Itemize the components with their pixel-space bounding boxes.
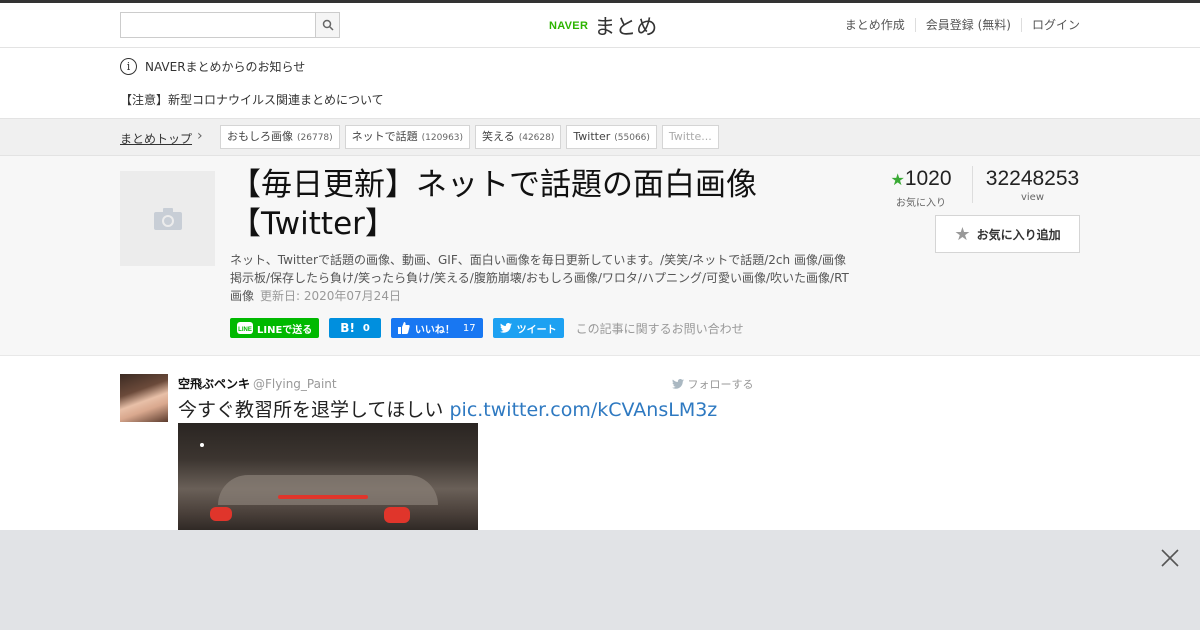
tag-item[interactable]: 笑える (42628)	[475, 125, 562, 149]
tag-item[interactable]: ネットで話題 (120963)	[344, 125, 471, 149]
favorites-count: 1020	[904, 167, 952, 190]
tag-count: (55066)	[614, 133, 650, 143]
article-description: ネット、Twitterで話題の画像、動画、GIF、面白い画像を毎日更新しています…	[230, 251, 850, 305]
twitter-bird-icon	[672, 379, 684, 389]
tweet-label: ツイート	[516, 324, 557, 336]
add-favorite-label: お気に入り追加	[976, 227, 1061, 242]
breadcrumb-top-link[interactable]: まとめトップ	[120, 130, 192, 147]
tag-list: おもしろ画像 (26778) ネットで話題 (120963) 笑える (42628) …	[220, 125, 724, 149]
star-icon: ★	[890, 172, 905, 189]
logo-matome: まとめ	[594, 15, 658, 39]
search-input[interactable]	[121, 13, 315, 37]
logo-naver: NAVER	[549, 20, 589, 32]
search-icon	[322, 19, 334, 31]
add-favorite-button[interactable]: ★ お気に入り追加	[935, 215, 1080, 253]
ad-banner	[0, 530, 1200, 630]
tag-item[interactable]: Twitter (55066)	[566, 125, 657, 149]
article-thumbnail	[120, 171, 215, 266]
facebook-like-count: 17	[462, 322, 476, 334]
view-count: 32248253	[985, 167, 1080, 190]
tag-label: ネットで話題	[351, 130, 418, 143]
logo[interactable]: NAVER まとめ	[549, 12, 657, 40]
tweet-button[interactable]: ツイート	[492, 318, 564, 338]
tag-label: Twitte...	[668, 130, 712, 143]
tail-light-right	[384, 507, 410, 523]
tweet-author[interactable]: 空飛ぶペンキ @Flying_Paint	[178, 375, 337, 392]
view-stat: 32248253 view	[972, 166, 1092, 203]
chevron-right-icon: ›	[197, 128, 203, 144]
brake-light	[278, 495, 368, 499]
tag-count: (26778)	[297, 133, 333, 143]
top-nav: まとめ作成 会員登録 (無料) ログイン	[835, 18, 1080, 32]
tag-item[interactable]: Twitte...	[661, 125, 719, 149]
contact-link[interactable]: この記事に関するお問い合わせ	[576, 320, 744, 337]
tag-count: (42628)	[518, 133, 555, 143]
search-box	[120, 12, 340, 38]
tag-label: 笑える	[482, 130, 515, 143]
facebook-like-button[interactable]: いいね！ 17	[390, 318, 483, 338]
car-roof	[218, 475, 438, 505]
camera-icon	[153, 207, 182, 230]
tweet-image-link[interactable]: pic.twitter.com/kCVAnsLM3z	[449, 399, 717, 421]
line-icon: LINE	[237, 322, 253, 334]
hatena-count: 0	[362, 322, 370, 334]
top-bar: NAVER まとめ まとめ作成 会員登録 (無料) ログイン	[0, 0, 1200, 48]
line-share-button[interactable]: LINE LINEで送る	[230, 318, 320, 338]
favorites-label: お気に入り	[896, 198, 946, 209]
page-title: 【毎日更新】ネットで話題の面白画像 【Twitter】	[230, 166, 850, 244]
share-buttons: LINE LINEで送る B! 0 いいね！ 17 ツイート この記事に関するお…	[230, 318, 744, 338]
twitter-bird-icon	[499, 323, 512, 333]
tweet-photo[interactable]	[178, 423, 478, 543]
tag-item[interactable]: おもしろ画像 (26778)	[220, 125, 340, 149]
avatar[interactable]	[120, 374, 168, 422]
follow-label: フォローする	[687, 378, 754, 391]
svg-text:LINE: LINE	[238, 327, 252, 333]
facebook-like-label: いいね！	[414, 324, 455, 336]
updated-date: 更新日: 2020年07月24日	[260, 289, 401, 303]
tweet-body: 今すぐ教習所を退学してほしい	[178, 399, 444, 421]
tail-light-left	[210, 507, 232, 521]
thumbs-up-icon	[397, 322, 410, 334]
notice-link[interactable]: 【注意】新型コロナウイルス関連まとめについて	[120, 91, 384, 108]
nav-register[interactable]: 会員登録 (無料)	[914, 18, 1021, 32]
line-share-label: LINEで送る	[257, 324, 313, 336]
nav-create-matome[interactable]: まとめ作成	[835, 18, 915, 32]
info-icon: i	[120, 58, 137, 75]
tweet-author-handle: @Flying_Paint	[253, 377, 337, 391]
hatena-bookmark-button[interactable]: B! 0	[329, 318, 381, 338]
article-header: 【毎日更新】ネットで話題の面白画像 【Twitter】 ネット、Twitterで…	[0, 156, 1200, 356]
favorites-stat: ★1020 お気に入り	[886, 166, 956, 209]
tag-label: おもしろ画像	[227, 130, 293, 143]
search-button[interactable]	[315, 13, 339, 37]
page-title-line1: 【毎日更新】ネットで話題の面白画像	[230, 167, 757, 203]
tweet-text: 今すぐ教習所を退学してほしい pic.twitter.com/kCVAnsLM3…	[178, 395, 778, 422]
tag-label: Twitter	[573, 130, 611, 143]
tag-count: (120963)	[421, 133, 464, 143]
hatena-icon: B!	[340, 321, 355, 335]
star-outline-icon: ★	[954, 223, 971, 245]
notice-header: i NAVERまとめからのお知らせ	[120, 58, 305, 75]
page-title-line2: 【Twitter】	[230, 206, 396, 242]
follow-button[interactable]: フォローする	[672, 376, 754, 392]
breadcrumb: まとめトップ › おもしろ画像 (26778) ネットで話題 (120963) 笑え…	[0, 118, 1200, 156]
nav-login[interactable]: ログイン	[1020, 18, 1080, 32]
notice-title: NAVERまとめからのお知らせ	[145, 60, 306, 74]
tweet-author-name: 空飛ぶペンキ	[178, 377, 251, 391]
street-light	[200, 443, 204, 447]
close-icon[interactable]	[1159, 547, 1181, 569]
view-label: view	[1020, 192, 1045, 203]
